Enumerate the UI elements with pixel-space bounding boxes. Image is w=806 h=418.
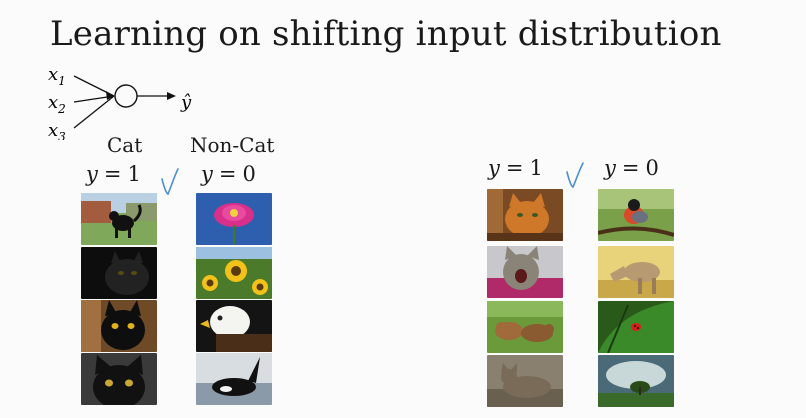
label-var: y	[86, 162, 98, 186]
cat-image-4	[81, 353, 157, 405]
check-mark-icon	[161, 168, 179, 196]
input-x1: x1	[48, 64, 66, 88]
noncat-image-4	[196, 353, 272, 405]
left-cat-label: y = 1	[86, 162, 141, 186]
cat-image-2	[81, 247, 157, 299]
cat-image-3	[81, 300, 157, 352]
noncat-image-7	[598, 301, 674, 353]
cat-image-7	[487, 301, 563, 353]
slide: Learning on shifting input distribution …	[0, 0, 806, 418]
label-val: 0	[645, 156, 659, 180]
left-noncat-label: y = 0	[201, 162, 256, 186]
noncat-image-5	[598, 189, 674, 241]
cat-image-6	[487, 246, 563, 298]
noncat-image-1	[196, 193, 272, 245]
right-noncat-label: y = 0	[604, 156, 659, 180]
noncat-image-6	[598, 246, 674, 298]
input-x2: x2	[48, 92, 66, 116]
cat-header: Cat	[107, 133, 143, 157]
label-op: =	[218, 162, 237, 186]
neuron-svg: x1 x2 x3 ŷ	[48, 64, 192, 144]
noncat-image-3	[196, 300, 272, 352]
right-cat-label: y = 1	[488, 156, 543, 180]
label-var: y	[201, 162, 213, 186]
neuron-diagram: x1 x2 x3 ŷ	[40, 60, 200, 144]
check-mark-icon	[566, 162, 584, 189]
output-yhat: ŷ	[180, 92, 192, 113]
label-var: y	[488, 156, 500, 180]
label-val: 1	[529, 156, 543, 180]
neuron-node	[114, 84, 138, 108]
cat-image-8	[487, 355, 563, 407]
label-val: 0	[242, 162, 256, 186]
cat-image-5	[487, 189, 563, 241]
label-op: =	[505, 156, 524, 180]
input-x3: x3	[48, 120, 66, 140]
label-op: =	[621, 156, 640, 180]
label-op: =	[103, 162, 122, 186]
noncat-header: Non-Cat	[190, 133, 275, 157]
noncat-image-2	[196, 247, 272, 299]
noncat-image-8	[598, 355, 674, 407]
label-var: y	[604, 156, 616, 180]
label-val: 1	[127, 162, 141, 186]
cat-image-1	[81, 193, 157, 245]
slide-title: Learning on shifting input distribution	[50, 14, 722, 54]
